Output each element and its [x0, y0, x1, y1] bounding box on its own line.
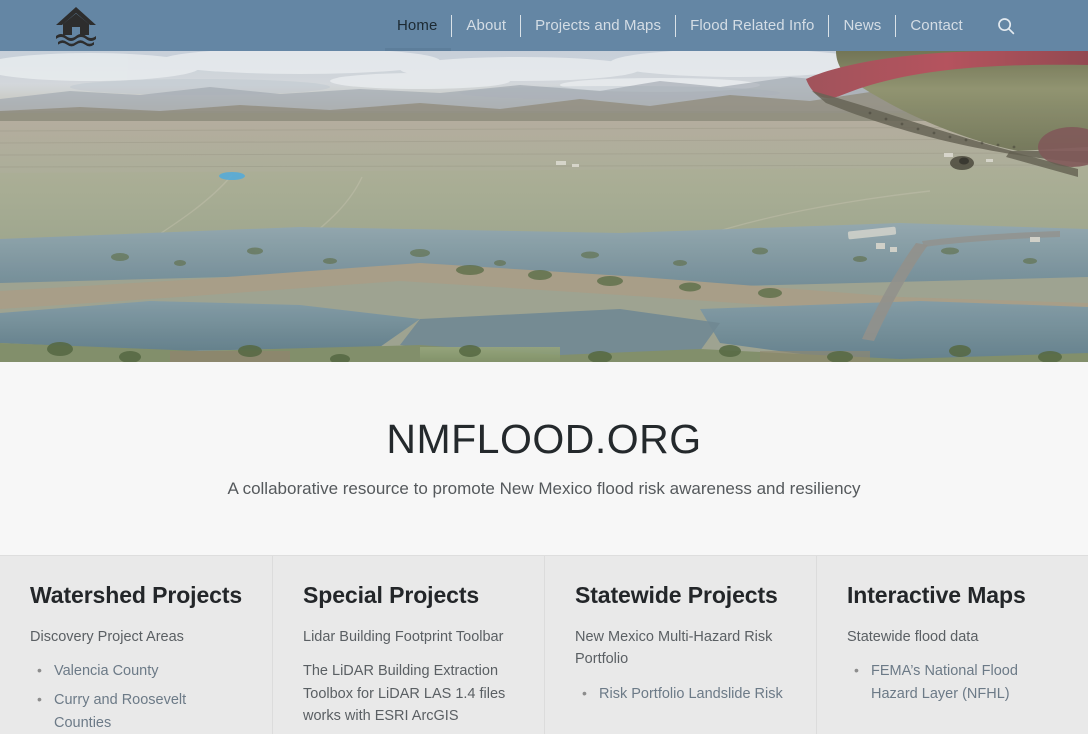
column-link-list: Risk Portfolio Landslide Risk: [575, 682, 788, 706]
column-link-list: FEMA’s National Flood Hazard Layer (NFHL…: [847, 659, 1060, 706]
column-subtitle: Lidar Building Footprint Toolbar: [303, 628, 504, 645]
column-title: Interactive Maps: [847, 582, 1026, 608]
nav-item-news[interactable]: News: [829, 0, 895, 51]
nav-item-about[interactable]: About: [452, 0, 520, 51]
column-paragraph: The LiDAR Building Extraction Toolbox fo…: [303, 663, 506, 724]
column-title: Special Projects: [303, 582, 480, 608]
column-title: Watershed Projects: [30, 582, 243, 608]
column-interactive-maps: Interactive Maps Statewide flood data FE…: [816, 556, 1088, 734]
list-item[interactable]: Risk Portfolio Landslide Risk: [575, 682, 788, 706]
column-title: Statewide Projects: [575, 582, 778, 608]
nav-item-home[interactable]: Home: [385, 0, 452, 51]
hero-banner: [0, 51, 1088, 362]
list-item[interactable]: Valencia County: [30, 659, 244, 683]
column-link-list: Valencia County Curry and Roosevelt Coun…: [30, 659, 244, 734]
intro-section: NMFLOOD.ORG A collaborative resource to …: [0, 362, 1088, 555]
nav-item-projects-and-maps[interactable]: Projects and Maps: [521, 0, 675, 51]
column-subtitle: New Mexico Multi-Hazard Risk Portfolio: [575, 628, 773, 668]
column-watershed-projects: Watershed Projects Discovery Project Are…: [0, 556, 272, 734]
logo-home-icon[interactable]: [52, 2, 100, 50]
nav-item-flood-related-info[interactable]: Flood Related Info: [676, 0, 828, 51]
page-title: NMFLOOD.ORG: [386, 416, 702, 463]
column-subtitle: Statewide flood data: [847, 628, 979, 645]
site-header: Home About Projects and Maps Flood Relat…: [0, 0, 1088, 51]
hero-aerial-flood-photo: [0, 51, 1088, 362]
list-item[interactable]: FEMA’s National Flood Hazard Layer (NFHL…: [847, 659, 1060, 706]
column-statewide-projects: Statewide Projects New Mexico Multi-Haza…: [544, 556, 816, 734]
page-subtitle: A collaborative resource to promote New …: [227, 479, 861, 499]
column-special-projects: Special Projects Lidar Building Footprin…: [272, 556, 544, 734]
nav-item-contact[interactable]: Contact: [896, 0, 976, 51]
main-navigation: Home About Projects and Maps Flood Relat…: [385, 0, 1015, 51]
list-item[interactable]: Curry and Roosevelt Counties: [30, 688, 244, 734]
column-subtitle: Discovery Project Areas: [30, 628, 184, 645]
search-icon[interactable]: [997, 0, 1015, 51]
feature-columns: Watershed Projects Discovery Project Are…: [0, 555, 1088, 734]
